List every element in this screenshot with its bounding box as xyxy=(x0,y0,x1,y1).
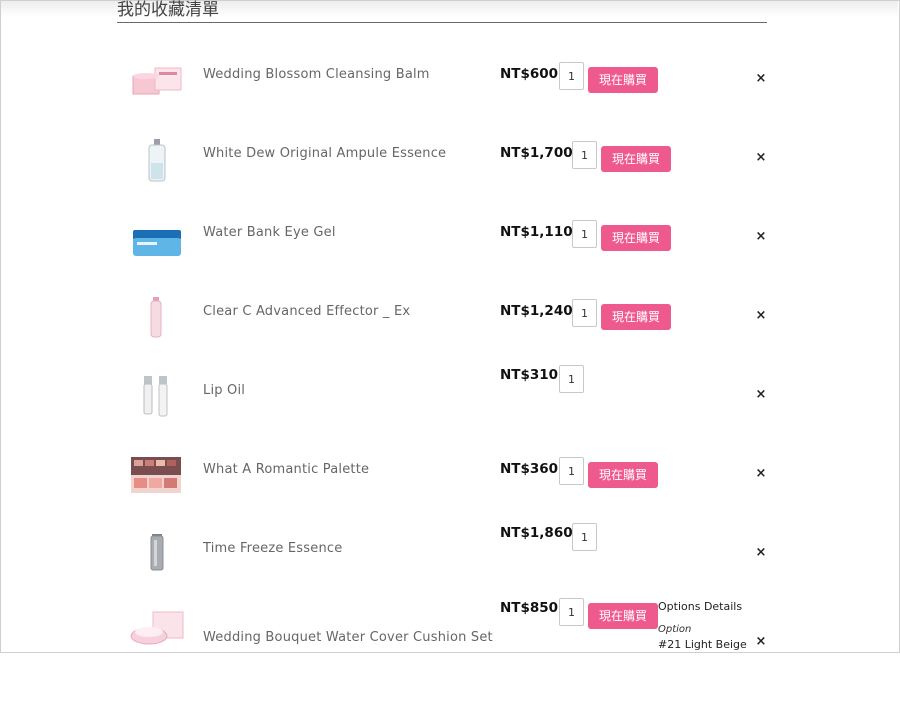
remove-icon[interactable]: × xyxy=(754,635,768,649)
options-details-title: Options Details xyxy=(658,600,743,613)
buy-now-button[interactable]: 現在購買 xyxy=(588,603,658,629)
product-thumbnail[interactable] xyxy=(127,60,187,118)
quantity-input[interactable]: 1 xyxy=(572,299,597,327)
quantity-input[interactable]: 1 xyxy=(559,598,584,626)
option-value: #21 Light Beige xyxy=(658,638,747,651)
wishlist-item: Clear C Advanced Effector _ Ex NT$1,240 … xyxy=(0,297,900,382)
quantity-input[interactable]: 1 xyxy=(572,141,597,169)
item-name[interactable]: Lip Oil xyxy=(203,383,245,398)
buy-now-button[interactable]: 現在購買 xyxy=(601,304,671,330)
item-price: NT$600 xyxy=(500,66,559,82)
remove-icon[interactable]: × xyxy=(754,388,768,402)
wishlist-item: Wedding Blossom Cleansing Balm NT$600 1 … xyxy=(0,62,900,145)
product-thumbnail[interactable] xyxy=(127,139,187,197)
product-thumbnail[interactable] xyxy=(127,376,187,434)
remove-icon[interactable]: × xyxy=(754,467,768,481)
remove-icon[interactable]: × xyxy=(754,546,768,560)
page-title: 我的收藏清單 xyxy=(117,0,767,23)
item-name[interactable]: Wedding Bouquet Water Cover Cushion Set xyxy=(203,630,493,645)
quantity-input[interactable]: 1 xyxy=(559,365,584,393)
item-name[interactable]: What A Romantic Palette xyxy=(203,462,369,477)
option-label: Option xyxy=(658,624,692,635)
item-price: NT$1,240 xyxy=(500,303,573,319)
product-thumbnail[interactable] xyxy=(127,610,187,668)
remove-icon[interactable]: × xyxy=(754,151,768,165)
wishlist-item: Time Freeze Essence NT$1,860 1 × xyxy=(0,523,900,619)
product-thumbnail[interactable] xyxy=(127,455,187,513)
product-thumbnail[interactable] xyxy=(127,297,187,355)
wishlist-item: White Dew Original Ampule Essence NT$1,7… xyxy=(0,139,900,224)
item-price: NT$850 xyxy=(500,600,559,616)
buy-now-button[interactable]: 現在購買 xyxy=(588,67,658,93)
buy-now-button[interactable]: 現在購買 xyxy=(601,146,671,172)
wishlist-item: Lip Oil NT$310 1 × xyxy=(0,365,900,461)
item-price: NT$360 xyxy=(500,461,559,477)
remove-icon[interactable]: × xyxy=(754,309,768,323)
quantity-input[interactable]: 1 xyxy=(559,62,584,90)
page-title-text: 我的收藏清單 xyxy=(117,0,219,20)
item-price: NT$1,110 xyxy=(500,224,573,240)
item-price: NT$310 xyxy=(500,367,559,383)
remove-icon[interactable]: × xyxy=(754,72,768,86)
remove-icon[interactable]: × xyxy=(754,230,768,244)
item-price: NT$1,860 xyxy=(500,525,573,541)
product-thumbnail[interactable] xyxy=(127,218,187,276)
item-name[interactable]: Water Bank Eye Gel xyxy=(203,225,336,240)
wishlist-item: Water Bank Eye Gel NT$1,110 1 現在購買 × xyxy=(0,220,900,303)
item-name[interactable]: White Dew Original Ampule Essence xyxy=(203,146,446,161)
product-thumbnail[interactable] xyxy=(127,534,187,592)
quantity-input[interactable]: 1 xyxy=(572,220,597,248)
item-name[interactable]: Clear C Advanced Effector _ Ex xyxy=(203,304,410,319)
item-price: NT$1,700 xyxy=(500,145,573,161)
buy-now-button[interactable]: 現在購買 xyxy=(601,225,671,251)
wishlist-item: What A Romantic Palette NT$360 1 現在購買 × xyxy=(0,457,900,540)
quantity-input[interactable]: 1 xyxy=(572,523,597,551)
wishlist-item: Wedding Bouquet Water Cover Cushion Set … xyxy=(0,598,900,709)
buy-now-button[interactable]: 現在購買 xyxy=(588,462,658,488)
quantity-input[interactable]: 1 xyxy=(559,457,584,485)
item-name[interactable]: Time Freeze Essence xyxy=(203,541,342,556)
item-name[interactable]: Wedding Blossom Cleansing Balm xyxy=(203,67,430,82)
